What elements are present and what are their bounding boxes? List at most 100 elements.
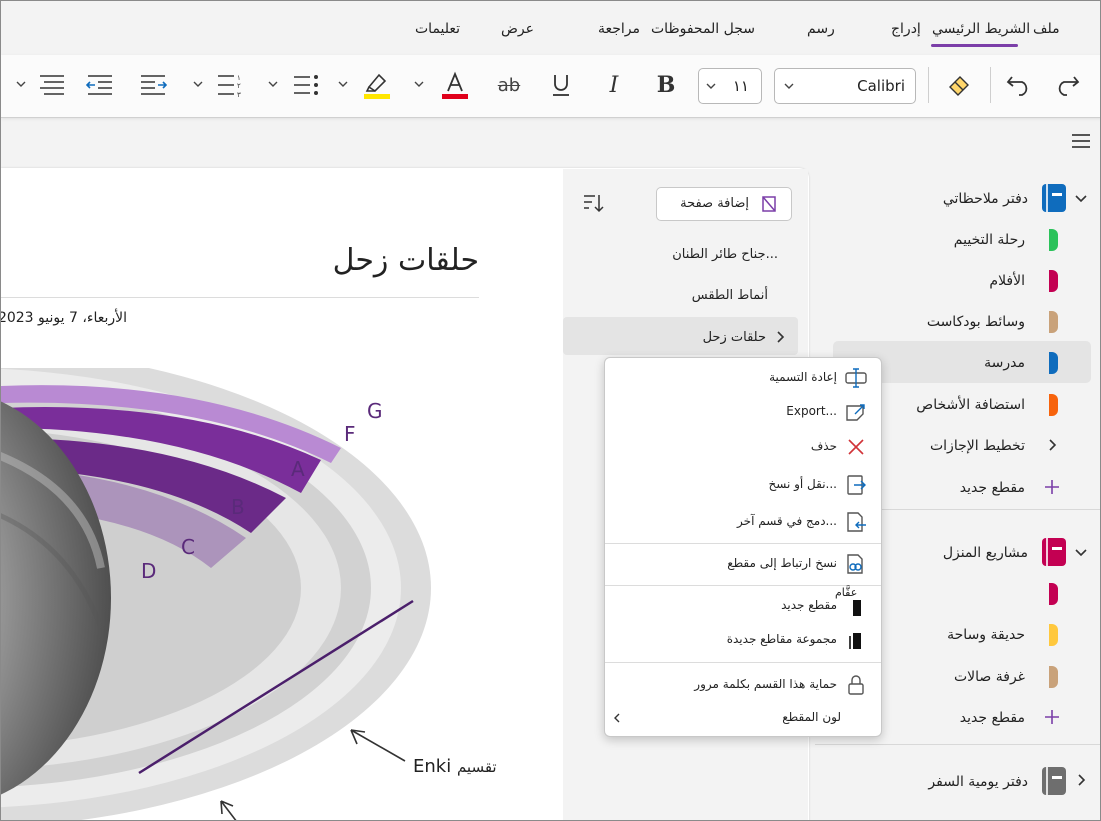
section-color-tab [1049, 624, 1058, 646]
export-icon [846, 404, 865, 421]
tab-review[interactable]: مراجعة [598, 21, 640, 37]
tab-view[interactable]: عرض [501, 21, 534, 37]
bold-icon: B [656, 72, 676, 98]
align-right-icon [40, 75, 64, 95]
font-name-value: Calibri [857, 77, 905, 95]
new-section-link[interactable]: مقطع جديد [960, 710, 1025, 726]
section-item[interactable]: حديقة وساحة [947, 627, 1025, 643]
plus-icon[interactable] [1044, 709, 1060, 725]
notebook-icon [1042, 184, 1066, 212]
section-color-tab [1049, 352, 1058, 374]
tab-file[interactable]: ملف [1033, 21, 1060, 37]
section-item[interactable]: وسائط بودكاست [927, 314, 1025, 330]
notebook-name[interactable]: مشاريع المنزل [943, 545, 1028, 561]
bullets-button[interactable] [289, 67, 323, 103]
page-title[interactable]: حلقات زحل [333, 243, 479, 278]
menu-item-label: نسخ ارتباط إلى مقطع [727, 556, 837, 570]
title-underline [1, 297, 479, 298]
svg-text:١: ١ [237, 74, 241, 82]
section-item-selected[interactable]: مدرسة [984, 355, 1025, 371]
add-page-button[interactable]: إضافة صفحة [656, 187, 792, 221]
decrease-indent-icon [86, 75, 112, 95]
menu-item-delete[interactable]: حذف [605, 429, 881, 465]
tab-draw[interactable]: رسم [807, 21, 835, 37]
new-section-group-icon [849, 633, 861, 649]
section-item[interactable]: رحلة التخييم [954, 232, 1025, 248]
bold-button[interactable]: B [649, 67, 683, 103]
menu-item-rename[interactable]: إعادة التسمية [605, 360, 881, 396]
menu-item-label: Export... [786, 404, 837, 418]
format-painter-button[interactable] [941, 67, 977, 103]
menu-item-new-section[interactable]: مقطع جديد [605, 588, 881, 624]
section-item[interactable]: استضافة الأشخاص [916, 397, 1025, 413]
font-size-value: ١١ [732, 77, 749, 95]
format-painter-icon [949, 76, 969, 96]
menu-item-label: إعادة التسمية [769, 370, 837, 384]
tab-home[interactable]: الشريط الرئيسي [932, 21, 1030, 37]
increase-indent-button[interactable] [136, 67, 170, 103]
chevron-right-icon[interactable] [1047, 438, 1059, 452]
add-page-icon [762, 196, 776, 212]
highlight-button[interactable] [359, 67, 395, 103]
decrease-indent-button[interactable] [83, 67, 117, 103]
notebook-name[interactable]: دفتر ملاحظاتي [943, 191, 1028, 207]
bullets-icon [294, 75, 318, 95]
image-caption: Enki تقسيم [413, 756, 497, 777]
chevron-down-icon [338, 81, 348, 87]
new-section-icon [853, 600, 861, 616]
chevron-down-icon [784, 83, 794, 89]
chevron-right-icon[interactable] [1076, 773, 1088, 787]
font-name-dropdown[interactable]: Calibri [774, 68, 916, 104]
copy-link-icon [847, 554, 863, 574]
redo-button[interactable] [1049, 67, 1085, 103]
increase-indent-icon [141, 75, 167, 95]
chevron-down-icon[interactable] [1074, 192, 1088, 206]
italic-button[interactable]: I [597, 67, 631, 103]
ring-label: A [291, 457, 305, 481]
chevron-left-icon [614, 713, 620, 723]
menu-item-password-protect[interactable]: حماية هذا القسم بكلمة مرور [605, 667, 881, 703]
menu-item-export[interactable]: Export... [605, 394, 881, 430]
underline-button[interactable] [544, 67, 578, 103]
tab-history[interactable]: سجل المحفوظات [651, 21, 755, 37]
strikethrough-button[interactable]: ab [489, 67, 529, 103]
section-color-tab [1049, 666, 1058, 688]
page-item-selected[interactable]: حلقات زحل [703, 330, 766, 345]
section-item[interactable]: الأفلام [989, 273, 1025, 289]
navigation-menu-button[interactable] [1072, 134, 1090, 148]
chevron-down-icon [193, 81, 203, 87]
undo-button[interactable] [1001, 67, 1037, 103]
menu-separator [605, 543, 881, 544]
chevron-right-icon[interactable] [775, 330, 787, 344]
new-section-link[interactable]: مقطع جديد [960, 480, 1025, 496]
page-item[interactable]: جناح طائر الطنان... [672, 247, 778, 262]
move-copy-icon [847, 475, 866, 495]
menu-item-copy-link[interactable]: نسخ ارتباط إلى مقطع [605, 546, 881, 582]
section-color-tab [1049, 394, 1058, 416]
ring-label: C [181, 535, 195, 559]
chevron-down-icon [414, 81, 424, 87]
menu-item-move-copy[interactable]: نقل أو نسخ... [605, 467, 881, 503]
section-group-item[interactable]: تخطيط الإجازات [930, 438, 1025, 454]
plus-icon[interactable] [1044, 479, 1060, 495]
divider [815, 744, 1100, 745]
highlighter-icon [364, 73, 390, 99]
tab-help[interactable]: تعليمات [415, 21, 460, 37]
ring-label: D [141, 559, 156, 583]
undo-icon [1006, 76, 1028, 96]
section-item[interactable]: غرفة صالات [954, 669, 1025, 685]
numbering-button[interactable]: ١٢٣ [213, 67, 247, 103]
align-button[interactable] [35, 67, 69, 103]
menu-item-section-color[interactable]: لون المقطع [605, 700, 881, 736]
chevron-down-icon[interactable] [1074, 546, 1088, 560]
notebook-name[interactable]: دفتر يومية السفر [928, 774, 1028, 790]
delete-icon [848, 439, 864, 455]
font-color-button[interactable] [437, 67, 473, 103]
menu-item-merge[interactable]: دمج في قسم آخر... [605, 504, 881, 540]
menu-item-new-section-group[interactable]: مجموعة مقاطع جديدة [605, 622, 881, 658]
sort-pages-icon[interactable] [582, 192, 604, 214]
page-item[interactable]: أنماط الطقس [692, 288, 768, 303]
font-size-dropdown[interactable]: ١١ [698, 68, 762, 104]
tab-insert[interactable]: إدراج [891, 21, 921, 37]
ring-label: B [231, 495, 245, 519]
